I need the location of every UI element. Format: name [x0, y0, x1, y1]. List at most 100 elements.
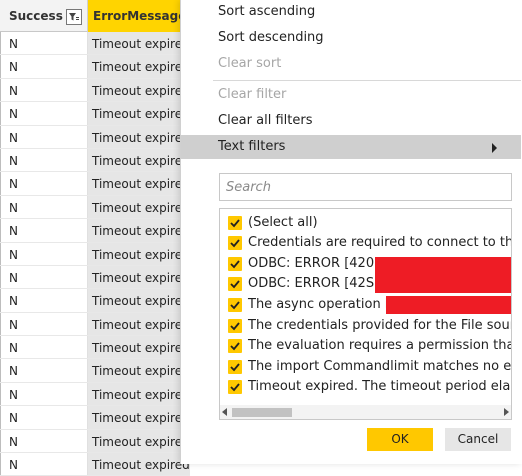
cell-success[interactable]: N [0, 265, 88, 289]
table-row[interactable]: N Timeout expired [0, 406, 190, 430]
cell-success[interactable]: N [0, 55, 88, 78]
cell-errormessage[interactable]: Timeout expired [88, 195, 190, 219]
cell-errormessage[interactable]: Timeout expired [88, 172, 190, 195]
table-row[interactable]: N Timeout expired [0, 32, 190, 56]
submenu-arrow-icon [492, 143, 497, 153]
list-item[interactable]: The credentials provided for the File so… [220, 316, 511, 336]
cell-errormessage[interactable]: Timeout expired [88, 148, 190, 172]
list-item-label: ODBC: ERROR [42000 [248, 256, 391, 271]
cell-errormessage[interactable]: Timeout expired [88, 125, 190, 148]
cell-errormessage[interactable]: Timeout expired [88, 265, 190, 289]
table-row[interactable]: N Timeout expired [0, 148, 190, 173]
cell-success[interactable]: N [0, 102, 88, 125]
table-row[interactable]: N Timeout expired [0, 453, 190, 476]
cell-success[interactable]: N [0, 382, 88, 406]
cell-text: N [9, 364, 18, 379]
cell-errormessage[interactable]: Timeout expired [88, 406, 190, 429]
cell-success[interactable]: N [0, 453, 88, 476]
cell-errormessage[interactable]: Timeout expired [88, 242, 190, 265]
cell-text: Timeout expired [92, 130, 190, 145]
cell-success[interactable]: N [0, 125, 88, 148]
table-row[interactable]: N Timeout expired [0, 336, 190, 360]
column-header-errormessage-label: ErrorMessage [93, 9, 187, 23]
table-row[interactable]: N Timeout expired [0, 429, 190, 454]
cell-text: Timeout expired [92, 411, 190, 426]
cell-text: N [9, 107, 18, 122]
cell-text: Timeout expired [92, 60, 190, 75]
cell-success[interactable]: N [0, 406, 88, 429]
checkbox-checked-icon[interactable] [228, 277, 242, 291]
filter-menu-popup: Sort ascending Sort descending Clear sor… [180, 0, 522, 464]
table-row[interactable]: N Timeout expired [0, 195, 190, 220]
menu-item-clear-all-filters[interactable]: Clear all filters [181, 109, 521, 133]
cell-success[interactable]: N [0, 32, 88, 55]
list-item[interactable]: The import Commandlimit matches no expo [220, 357, 511, 377]
scrollbar-thumb[interactable] [232, 408, 292, 417]
list-item[interactable]: Credentials are required to connect to t… [220, 233, 511, 253]
menu-item-text-filters[interactable]: Text filters [181, 135, 521, 159]
table-row[interactable]: N Timeout expired [0, 242, 190, 266]
table-row[interactable]: N Timeout expired [0, 78, 190, 103]
cell-errormessage[interactable]: Timeout expired [88, 429, 190, 453]
table-row[interactable]: N Timeout expired [0, 359, 190, 383]
cell-success[interactable]: N [0, 289, 88, 312]
checkbox-checked-icon[interactable] [228, 216, 242, 230]
table-row[interactable]: N Timeout expired [0, 172, 190, 196]
cell-errormessage[interactable]: Timeout expired [88, 55, 190, 78]
cell-success[interactable]: N [0, 242, 88, 265]
table-row[interactable]: N Timeout expired [0, 55, 190, 79]
menu-item-sort-descending[interactable]: Sort descending [181, 26, 521, 50]
cell-text: N [9, 83, 18, 98]
table-row[interactable]: N Timeout expired [0, 289, 190, 313]
cell-success[interactable]: N [0, 359, 88, 382]
checkbox-checked-icon[interactable] [228, 380, 242, 394]
checkbox-checked-icon[interactable] [228, 339, 242, 353]
list-item[interactable]: The evaluation requires a permission tha… [220, 336, 511, 356]
column-header-errormessage[interactable]: ErrorMessage [88, 0, 190, 32]
table-row[interactable]: N Timeout expired [0, 102, 190, 126]
cell-errormessage[interactable]: Timeout expired [88, 453, 190, 476]
cell-success[interactable]: N [0, 172, 88, 195]
search-input[interactable]: Search [219, 173, 512, 201]
checkbox-checked-icon[interactable] [228, 236, 242, 250]
filter-values-list[interactable]: (Select all) Credentials are required to… [219, 208, 512, 420]
table-row[interactable]: N Timeout expired [0, 265, 190, 290]
list-item[interactable]: Timeout expired. The timeout period elap… [220, 377, 511, 397]
cell-text: N [9, 294, 18, 309]
cell-success[interactable]: N [0, 336, 88, 359]
cancel-button[interactable]: Cancel [445, 428, 511, 451]
cell-success[interactable]: N [0, 312, 88, 336]
table-row[interactable]: N Timeout expired [0, 125, 190, 149]
cell-success[interactable]: N [0, 195, 88, 219]
table-row[interactable]: N Timeout expired [0, 382, 190, 407]
checkbox-checked-icon[interactable] [228, 298, 242, 312]
cell-errormessage[interactable]: Timeout expired [88, 312, 190, 336]
filter-dropdown-icon[interactable] [66, 9, 82, 25]
cell-errormessage[interactable]: Timeout expired [88, 336, 190, 359]
scroll-left-icon[interactable] [222, 408, 227, 416]
horizontal-scrollbar[interactable] [220, 405, 511, 419]
cell-success[interactable]: N [0, 78, 88, 102]
cell-success[interactable]: N [0, 148, 88, 172]
cell-errormessage[interactable]: Timeout expired [88, 78, 190, 102]
checkbox-checked-icon[interactable] [228, 319, 242, 333]
cell-success[interactable]: N [0, 429, 88, 453]
table-row[interactable]: N Timeout expired [0, 219, 190, 243]
cell-errormessage[interactable]: Timeout expired [88, 219, 190, 242]
cell-errormessage[interactable]: Timeout expired [88, 32, 190, 55]
table-row[interactable]: N Timeout expired [0, 312, 190, 337]
scroll-right-icon[interactable] [504, 408, 509, 416]
checkbox-checked-icon[interactable] [228, 257, 242, 271]
list-item-select-all[interactable]: (Select all) [220, 213, 511, 233]
ok-button[interactable]: OK [367, 428, 433, 451]
cell-errormessage[interactable]: Timeout expired [88, 289, 190, 312]
cell-errormessage[interactable]: Timeout expired [88, 382, 190, 406]
cell-text: N [9, 458, 18, 473]
column-header-success[interactable]: Success [0, 0, 88, 32]
checkbox-checked-icon[interactable] [228, 360, 242, 374]
redaction-block [375, 257, 511, 293]
cell-errormessage[interactable]: Timeout expired [88, 102, 190, 125]
menu-item-sort-ascending[interactable]: Sort ascending [181, 0, 521, 24]
cell-errormessage[interactable]: Timeout expired [88, 359, 190, 382]
cell-success[interactable]: N [0, 219, 88, 242]
